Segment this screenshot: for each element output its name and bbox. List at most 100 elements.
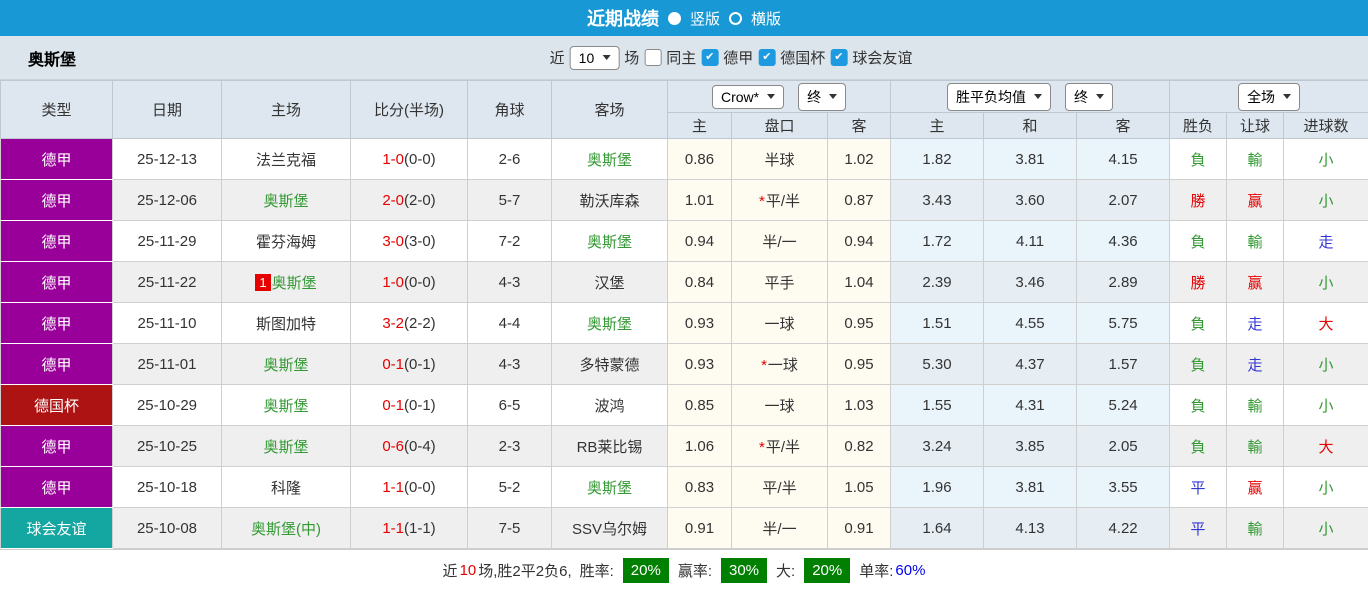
table-row: 德甲 25-11-22 1 奥斯堡 1-0(0-0) 4-3 汉堡 0.84 平手… bbox=[0, 261, 1368, 303]
bundesliga-label[interactable]: 德甲 bbox=[723, 47, 753, 68]
home-team-cell: 奥斯堡 bbox=[221, 343, 351, 385]
goal-cell: 走 bbox=[1283, 220, 1368, 262]
let-cell: 赢 bbox=[1226, 179, 1285, 221]
club-friendly-label[interactable]: 球会友谊 bbox=[852, 47, 912, 68]
period-select[interactable]: 全场 bbox=[1238, 82, 1301, 111]
avg-draw-cell: 4.55 bbox=[983, 302, 1078, 344]
horizontal-layout-radio[interactable] bbox=[729, 11, 742, 25]
odds-time-select[interactable]: 终 bbox=[798, 82, 847, 111]
away-team-name: 奥斯堡 bbox=[586, 315, 632, 333]
vertical-layout-radio[interactable] bbox=[667, 11, 681, 25]
goal-cell: 小 bbox=[1283, 138, 1368, 180]
away-team-name: 多特蒙德 bbox=[579, 356, 640, 374]
result-cell: 負 bbox=[1169, 220, 1228, 262]
win-rate-badge: 20% bbox=[622, 557, 669, 583]
away-team-name: 奥斯堡 bbox=[586, 479, 632, 497]
away-team-cell: 奥斯堡 bbox=[551, 302, 668, 344]
chevron-down-icon bbox=[767, 94, 776, 99]
col-score: 比分(半场) bbox=[350, 80, 468, 139]
goal-cell: 小 bbox=[1283, 261, 1368, 303]
type-badge: 德甲 bbox=[0, 302, 113, 344]
handicap-text: 平/半 bbox=[765, 438, 800, 456]
let-cell: 輸 bbox=[1226, 507, 1285, 549]
halftime-score: (0-1) bbox=[404, 396, 436, 414]
goal-text: 小 bbox=[1318, 356, 1334, 374]
avg-draw-cell: 3.81 bbox=[983, 138, 1078, 180]
corner-cell: 2-3 bbox=[467, 425, 552, 467]
table-row: 球会友谊 25-10-08 奥斯堡(中) 1-1(1-1) 7-5 SSV乌尔姆… bbox=[0, 507, 1368, 549]
date-cell: 25-10-18 bbox=[112, 466, 222, 508]
same-home-checkbox[interactable] bbox=[644, 49, 662, 66]
avg-home-cell: 2.39 bbox=[890, 261, 985, 303]
odds-away-cell: 0.95 bbox=[826, 302, 892, 344]
avg-away-cell: 4.22 bbox=[1076, 507, 1171, 549]
col-result: 胜负 bbox=[1169, 112, 1228, 139]
home-team-name: 奥斯堡 bbox=[263, 356, 309, 374]
odds-away-cell: 0.87 bbox=[826, 179, 892, 221]
let-cell: 輸 bbox=[1226, 138, 1285, 180]
home-team-cell: 1 奥斯堡 bbox=[221, 261, 351, 303]
summary-footer: 近 10 场,胜2平2负6, 胜率: 20% 赢率: 30% 大: 20% 单率: 60% bbox=[0, 549, 1368, 589]
away-team-name: 奥斯堡 bbox=[586, 233, 632, 251]
avg-type-select[interactable]: 胜平负均值 bbox=[947, 82, 1052, 111]
avg-draw-cell: 4.11 bbox=[983, 220, 1078, 262]
table-row: 德甲 25-10-25 奥斯堡 0-6(0-4) 2-3 RB莱比锡 1.06 … bbox=[0, 425, 1368, 467]
avg-away-cell: 2.89 bbox=[1076, 261, 1171, 303]
type-badge: 德甲 bbox=[0, 179, 113, 221]
away-team-cell: 汉堡 bbox=[551, 261, 668, 303]
handicap-text: 平/半 bbox=[765, 192, 800, 210]
score-cell: 1-1(1-1) bbox=[350, 507, 468, 549]
chevron-down-icon bbox=[1096, 94, 1105, 99]
win-rate-label: 胜率: bbox=[579, 562, 614, 580]
home-team-cell: 奥斯堡(中) bbox=[221, 507, 351, 549]
score-cell: 0-1(0-1) bbox=[350, 343, 468, 385]
goal-text: 小 bbox=[1318, 479, 1334, 497]
type-badge: 球会友谊 bbox=[0, 507, 113, 549]
vertical-layout-label[interactable]: 竖版 bbox=[690, 8, 720, 29]
horizontal-layout-label[interactable]: 横版 bbox=[751, 8, 781, 29]
near-label: 近 bbox=[549, 50, 565, 67]
avg-type-value: 胜平负均值 bbox=[956, 88, 1027, 105]
date-cell: 25-12-13 bbox=[112, 138, 222, 180]
german-cup-checkbox[interactable] bbox=[758, 49, 776, 66]
score-cell: 2-0(2-0) bbox=[350, 179, 468, 221]
score-cell: 0-1(0-1) bbox=[350, 384, 468, 426]
away-team-cell: 勒沃库森 bbox=[551, 179, 668, 221]
corner-cell: 7-2 bbox=[467, 220, 552, 262]
home-team-cell: 奥斯堡 bbox=[221, 179, 351, 221]
odds-home-cell: 0.93 bbox=[667, 302, 732, 344]
handicap-cell: 半/一 bbox=[731, 220, 828, 262]
score-cell: 3-0(3-0) bbox=[350, 220, 468, 262]
type-badge: 德甲 bbox=[0, 425, 113, 467]
match-count-select[interactable]: 10 bbox=[569, 45, 620, 70]
bundesliga-checkbox[interactable] bbox=[701, 49, 719, 66]
let-text: 走 bbox=[1247, 315, 1263, 333]
avg-draw-cell: 4.31 bbox=[983, 384, 1078, 426]
result-text: 負 bbox=[1190, 397, 1206, 415]
big-rate-label: 大: bbox=[776, 562, 796, 580]
handicap-cell: *一球 bbox=[731, 343, 828, 385]
handicap-rate-badge: 30% bbox=[721, 557, 768, 583]
halftime-score: (0-0) bbox=[404, 478, 436, 496]
handicap-cell: 半球 bbox=[731, 138, 828, 180]
goal-cell: 小 bbox=[1283, 343, 1368, 385]
result-group-header: 全场 bbox=[1169, 80, 1368, 113]
let-cell: 走 bbox=[1226, 302, 1285, 344]
table-row: 德甲 25-10-18 科隆 1-1(0-0) 5-2 奥斯堡 0.83 平/半… bbox=[0, 466, 1368, 508]
avg-time-select[interactable]: 终 bbox=[1065, 82, 1114, 111]
near-text: 近 bbox=[442, 562, 458, 580]
goal-text: 大 bbox=[1318, 315, 1334, 333]
same-home-label[interactable]: 同主 bbox=[666, 47, 696, 68]
let-text: 赢 bbox=[1247, 479, 1263, 497]
col-odds-away: 客 bbox=[826, 112, 892, 139]
filter-controls: 近 10 场 同主 德甲 德国杯 球会友谊 bbox=[549, 45, 912, 70]
avg-draw-cell: 3.81 bbox=[983, 466, 1078, 508]
score-cell: 1-1(0-0) bbox=[350, 466, 468, 508]
odds-company-select[interactable]: Crow* bbox=[711, 84, 785, 109]
german-cup-label[interactable]: 德国杯 bbox=[780, 47, 825, 68]
odds-away-cell: 1.02 bbox=[826, 138, 892, 180]
avg-away-cell: 3.55 bbox=[1076, 466, 1171, 508]
club-friendly-checkbox[interactable] bbox=[830, 49, 848, 66]
date-cell: 25-11-22 bbox=[112, 261, 222, 303]
home-team-name: 霍芬海姆 bbox=[255, 233, 316, 251]
